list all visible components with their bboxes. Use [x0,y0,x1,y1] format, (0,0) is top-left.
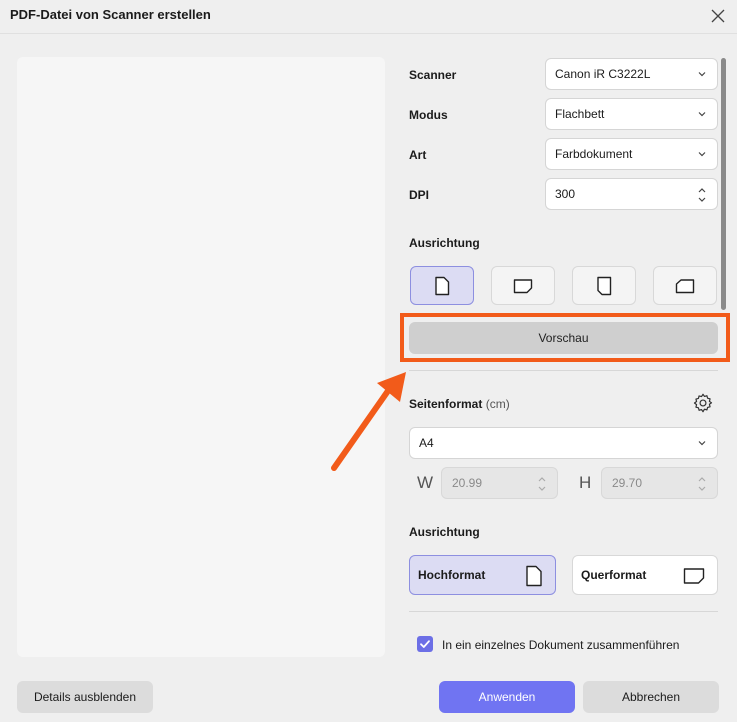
dpi-value: 300 [555,187,576,201]
window-title: PDF-Datei von Scanner erstellen [10,7,211,22]
height-value: 29.70 [612,476,643,490]
divider [409,611,718,612]
scanner-value: Canon iR C3222L [555,67,651,81]
page-landscape-icon [513,278,533,293]
mode-label: Modus [409,108,448,122]
chevron-down-icon [698,112,706,117]
landscape-format-button[interactable]: Querformat [572,555,718,595]
chevron-down-icon [698,152,706,157]
height-letter: H [579,473,592,492]
dpi-label: DPI [409,188,430,202]
merge-label: In ein einzelnes Dokument zusammenführen [442,638,680,652]
orientation-landscape-button[interactable] [491,266,555,305]
divider [409,370,718,371]
spinner-arrows-icon [698,477,706,491]
chevron-down-icon [698,441,706,446]
title-bar: PDF-Datei von Scanner erstellen [0,0,737,34]
highlight-box [400,313,730,362]
page-landscape-rotated-icon [675,278,695,293]
dpi-stepper[interactable]: 300 [545,178,718,210]
page-size-value: A4 [419,436,434,450]
checkmark-icon [420,640,430,648]
mode-select[interactable]: Flachbett [545,98,718,130]
width-letter: W [417,473,434,492]
type-label: Art [409,148,427,162]
arrow-annotation-icon [331,372,406,471]
chevron-down-icon [698,72,706,77]
spinner-arrows-icon[interactable] [697,185,707,205]
height-input[interactable]: 29.70 [601,467,718,499]
page-format-unit: (cm) [485,397,510,411]
gear-icon[interactable] [692,392,714,414]
scan-preview-panel [17,57,385,657]
scan-orientation-label: Ausrichtung [409,236,480,250]
type-value: Farbdokument [555,147,633,161]
scanner-label: Scanner [409,68,457,82]
portrait-format-button[interactable]: Hochformat [409,555,556,595]
page-portrait-icon [435,276,450,295]
close-icon [711,9,725,23]
mode-value: Flachbett [555,107,605,121]
type-select[interactable]: Farbdokument [545,138,718,170]
page-format-title: Seitenformat [409,397,483,411]
page-portrait-icon [526,565,542,587]
scrollbar[interactable] [721,58,726,310]
page-landscape-icon [683,568,705,584]
page-format-label: Seitenformat (cm) [409,397,510,411]
apply-button[interactable]: Anwenden [439,681,575,713]
page-portrait-rotated-icon [597,276,612,295]
hide-details-button[interactable]: Details ausblenden [17,681,153,713]
merge-checkbox[interactable] [417,636,433,652]
page-size-select[interactable]: A4 [409,427,718,459]
spinner-arrows-icon [538,477,546,491]
portrait-format-label: Hochformat [418,568,486,582]
scanner-select[interactable]: Canon iR C3222L [545,58,718,90]
orientation-portrait-rotated-button[interactable] [572,266,636,305]
width-value: 20.99 [452,476,483,490]
orientation-portrait-button[interactable] [410,266,474,305]
width-input[interactable]: 20.99 [441,467,558,499]
page-orientation-label: Ausrichtung [409,525,480,539]
orientation-landscape-rotated-button[interactable] [653,266,717,305]
landscape-format-label: Querformat [581,568,647,582]
cancel-button[interactable]: Abbrechen [583,681,719,713]
close-button[interactable] [705,3,731,29]
